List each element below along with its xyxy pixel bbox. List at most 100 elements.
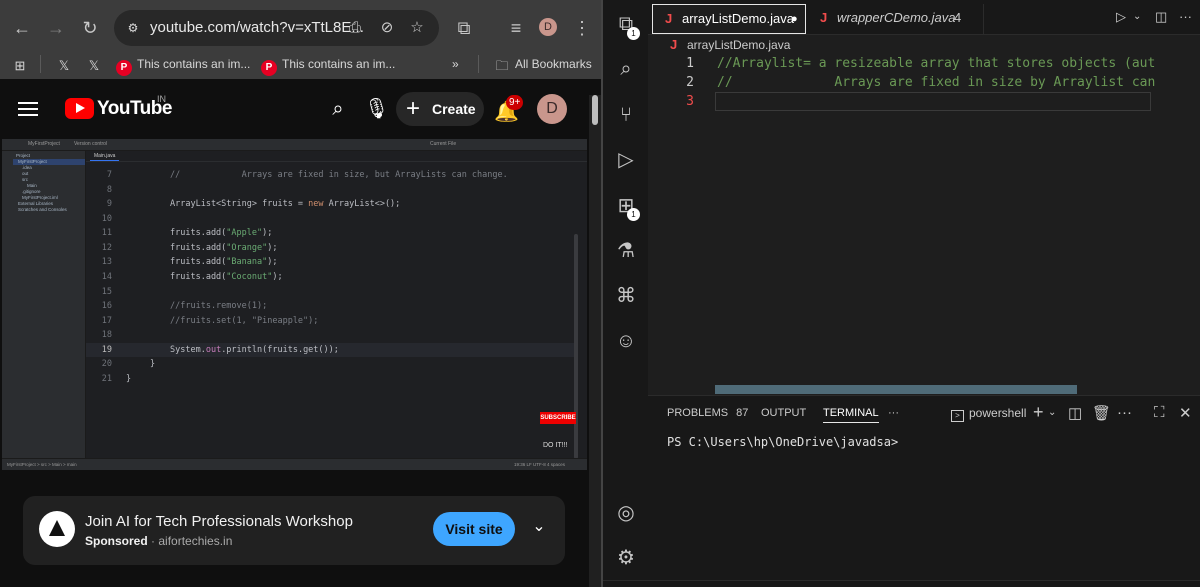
sponsored-card[interactable]: Join AI for Tech Professionals Workshop … (23, 496, 565, 565)
video-overlay-text: DO IT!!! (543, 442, 568, 449)
activity-bar: ⧉ 1 ⌕ ⑂ ▷ ⊞ 1 ⚗ ⌘ ☺ ◎ ⚙ (603, 0, 648, 587)
pinterest-icon: P (261, 60, 277, 76)
extensions-icon[interactable]: ⧉ (450, 14, 478, 42)
ide-code-area: // Arrays are fixed in size, but ArrayLi… (116, 162, 576, 458)
code-string: "Coconut" (226, 272, 273, 282)
youtube-avatar[interactable]: D (537, 94, 567, 124)
status-bar (603, 580, 1200, 587)
tab-problems[interactable]: PROBLEMS 87 (667, 407, 748, 419)
x-logo-icon: 𝕏 (88, 58, 100, 73)
ide-run-config: Current File (430, 141, 457, 147)
split-terminal-icon[interactable]: ◫ (1068, 404, 1082, 422)
chevron-down-icon[interactable]: ⌄ (528, 516, 550, 538)
page-scrollbar[interactable] (589, 95, 601, 587)
bookmark-label: This contains an im... (137, 57, 251, 71)
code-editor[interactable]: 1 2 3 //Arraylist= a resizeable array th… (648, 55, 1200, 395)
scrollbar-thumb[interactable] (592, 95, 598, 125)
settings-gear-icon[interactable]: ⚙ (612, 544, 640, 572)
line-number: 11 (101, 228, 112, 238)
code-comment: // Arrays are fixed in size, but ArrayLi… (170, 170, 508, 180)
chevron-down-icon[interactable]: ⌄ (1133, 11, 1141, 22)
run-icon[interactable]: ▷ (1116, 9, 1126, 25)
breadcrumb-file[interactable]: arrayListDemo.java (687, 38, 790, 52)
terminal-shell-selector[interactable]: > powershell (951, 406, 1026, 422)
eye-off-icon[interactable]: ⊘ (377, 18, 397, 38)
address-bar[interactable]: ⚙ youtube.com/watch?v=xTtL8E... ⎙ ⊘ ☆ (114, 10, 439, 46)
more-actions-icon[interactable]: ··· (1179, 9, 1192, 24)
code-line: fruits.add("Banana"); (170, 257, 278, 267)
back-arrow-icon[interactable]: ← (8, 14, 36, 42)
account-icon[interactable]: ◎ (612, 499, 640, 527)
ide-status-right: 19:36 LF UTF-8 4 spaces (514, 462, 566, 467)
bookmark-divider (478, 55, 479, 73)
split-editor-icon[interactable]: ◫ (1155, 9, 1167, 25)
search-icon[interactable]: ⌕ (612, 55, 640, 83)
new-terminal-plus-icon[interactable]: + (1033, 402, 1044, 423)
editor-tabs: J arrayListDemo.java ● J wrapperCDemo.ja… (648, 0, 1200, 35)
tab-wrappercdemo[interactable]: J wrapperCDemo.java 4 (808, 4, 984, 34)
panel-more-icon[interactable]: ··· (888, 407, 899, 419)
site-info-icon[interactable]: ⚙ (124, 19, 142, 37)
ide-status-path: MyFirstProject > src > Main > main (7, 462, 77, 467)
folder-icon: 🗀 (495, 58, 509, 73)
tab-label: wrapperCDemo.java (837, 10, 956, 25)
apps-grid-icon[interactable]: ⊞ (12, 55, 33, 73)
code-line: //fruits.remove(1); (170, 301, 267, 311)
microphone-icon[interactable]: 🎙 (364, 97, 389, 121)
youtube-header: YouTube IN ⌕ 🎙 + Create 🔔 9+ D (0, 79, 601, 139)
close-panel-icon[interactable]: ✕ (1179, 404, 1192, 422)
notification-badge: 9+ (506, 95, 524, 110)
bookmark-star-icon[interactable]: ☆ (407, 18, 427, 38)
trash-icon[interactable]: 🗑 (1092, 404, 1111, 422)
code-string: "Banana" (226, 257, 268, 267)
reading-list-icon[interactable]: ≡ (502, 14, 530, 42)
visit-site-button[interactable]: Visit site (433, 512, 515, 546)
bookmark-x-1[interactable]: 𝕏 (56, 55, 77, 73)
code-comment: //fruits.set(1, "Pineapple"); (170, 316, 319, 326)
maximize-panel-icon[interactable]: ⛶ (1154, 404, 1165, 421)
more-actions-icon[interactable]: ··· (1117, 404, 1132, 421)
bookmark-pinterest-2[interactable]: P This contains an im... (261, 55, 395, 76)
chevron-down-icon[interactable]: ⌄ (1048, 407, 1056, 418)
tab-arraylistdemo[interactable]: J arrayListDemo.java ● (652, 4, 806, 34)
tab-output[interactable]: OUTPUT (761, 407, 806, 419)
bookmark-divider (40, 55, 41, 73)
menu-kebab-icon[interactable]: ⋮ (568, 14, 596, 42)
install-app-icon[interactable]: ⎙ (345, 18, 365, 38)
bookmark-x-2[interactable]: 𝕏 (86, 55, 107, 73)
search-icon[interactable]: ⌕ (326, 97, 350, 121)
all-bookmarks-button[interactable]: 🗀 All Bookmarks (494, 55, 591, 73)
code-text: fruits.add( (170, 228, 227, 238)
line-number: 13 (101, 257, 112, 267)
code-text: ArrayList<>(); (323, 199, 401, 209)
url-text[interactable]: youtube.com/watch?v=xTtL8E... (150, 19, 364, 36)
forward-arrow-icon[interactable]: → (42, 14, 70, 42)
terminal-prompt[interactable]: PS C:\Users\hp\OneDrive\javadsa> (667, 435, 898, 449)
copilot-icon[interactable]: ☺ (612, 327, 640, 355)
hamburger-menu-icon[interactable] (18, 99, 38, 119)
code-line: //Arraylist= a resizeable array that sto… (717, 56, 1156, 71)
advertiser-logo[interactable] (39, 511, 75, 547)
code-line: // Arrays are fixed in size, but ArrayLi… (170, 170, 508, 180)
run-debug-icon[interactable]: ▷ (612, 146, 640, 174)
code-string: "Orange" (226, 243, 268, 253)
reload-icon[interactable]: ↻ (76, 14, 104, 42)
testing-flask-icon[interactable]: ⚗ (612, 237, 640, 265)
modified-dot-icon[interactable]: ● (791, 5, 798, 33)
tab-terminal[interactable]: TERMINAL (823, 407, 879, 423)
line-number: 12 (101, 243, 112, 253)
horizontal-scrollbar[interactable] (715, 385, 1077, 394)
source-control-icon[interactable]: ⑂ (612, 101, 640, 129)
ad-title[interactable]: Join AI for Tech Professionals Workshop (85, 513, 353, 530)
python-icon[interactable]: ⌘ (612, 282, 640, 310)
vscode-window: ⧉ 1 ⌕ ⑂ ▷ ⊞ 1 ⚗ ⌘ ☺ ◎ ⚙ J arrayListDemo.… (603, 0, 1200, 587)
more-bookmarks-button[interactable]: » (452, 55, 459, 73)
profile-avatar[interactable]: D (539, 18, 557, 36)
bookmark-pinterest-1[interactable]: P This contains an im... (116, 55, 251, 76)
code-keyword: new (308, 199, 324, 209)
line-number: 3 (686, 94, 694, 109)
code-line: // Arrays are fixed in size by Arraylist… (717, 75, 1156, 90)
java-file-icon: J (665, 11, 673, 26)
create-button[interactable]: + Create (396, 92, 484, 126)
video-player[interactable]: MyFirstProject Version control Current F… (2, 139, 587, 470)
